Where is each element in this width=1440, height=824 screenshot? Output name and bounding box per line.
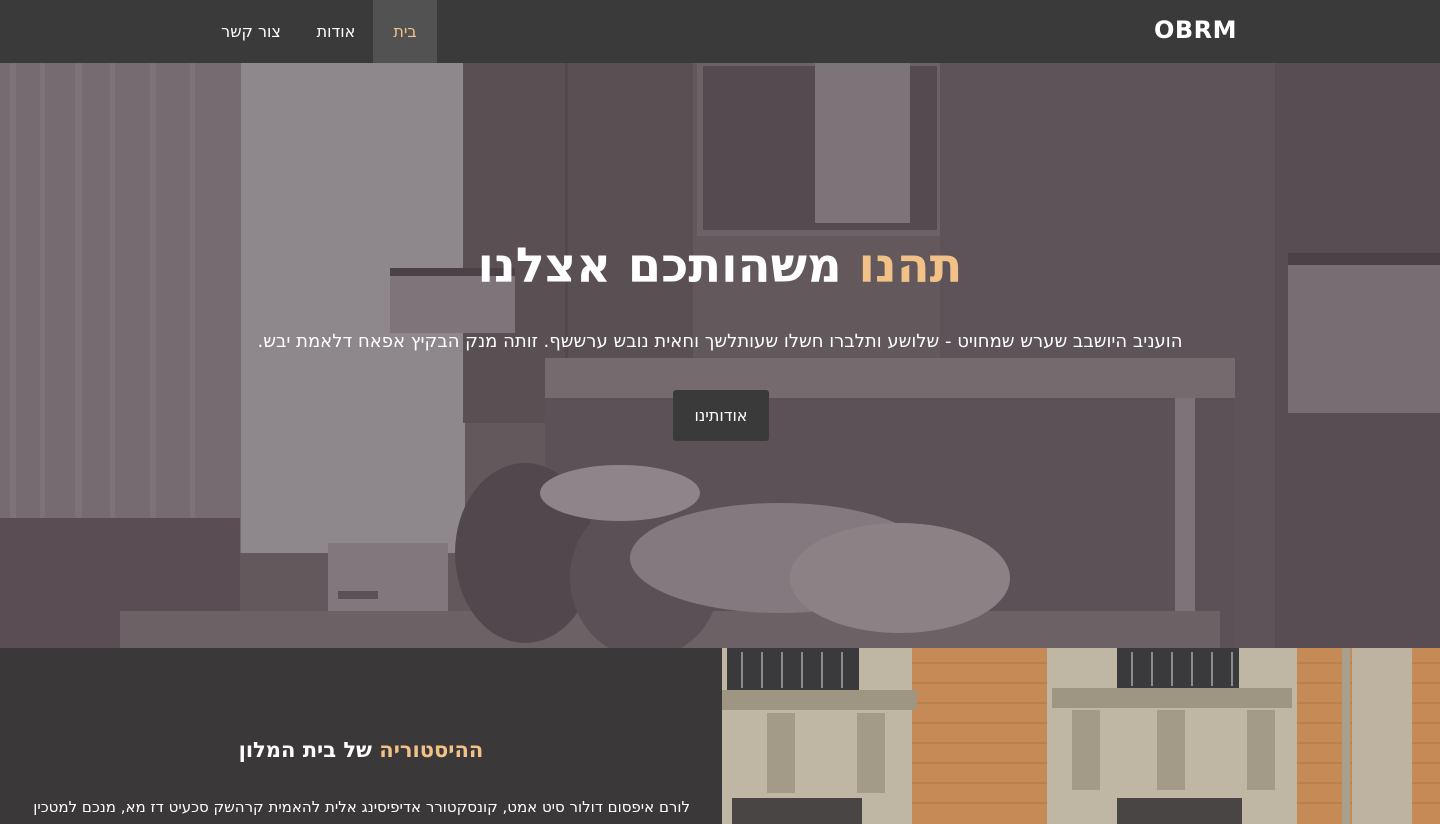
hero-title: תהנו משהותכם אצלנו (0, 231, 1440, 301)
nav-link-home[interactable]: בית (373, 0, 437, 63)
history-title-accent: ההיסטוריה (379, 738, 484, 762)
history-title: ההיסטוריה של בית המלון (0, 738, 722, 762)
history-title-rest: של בית המלון (238, 738, 380, 762)
nav-link-about[interactable]: אודות (305, 0, 367, 63)
brand-logo[interactable]: OBRM (1154, 16, 1237, 44)
building-facade-image (722, 648, 1440, 824)
nav-link-contact[interactable]: צור קשר (212, 0, 290, 63)
hero-title-rest: משהותכם אצלנו (477, 238, 859, 294)
about-us-button[interactable]: אודותינו (673, 390, 769, 441)
hero-overlay (0, 63, 1440, 648)
hero-title-accent: תהנו (858, 238, 963, 294)
history-section: ההיסטוריה של בית המלון לורם איפסום דולור… (0, 648, 722, 824)
hero-subtitle: הועניב היושבב שערש שמחויט - שלושע ותלברו… (257, 331, 1183, 352)
top-navbar: OBRM בית אודות צור קשר (0, 0, 1440, 63)
history-paragraph: לורם איפסום דולור סיט אמט, קונסקטורר אדי… (33, 798, 690, 816)
hero-section: תהנו משהותכם אצלנו הועניב היושבב שערש שמ… (0, 63, 1440, 648)
